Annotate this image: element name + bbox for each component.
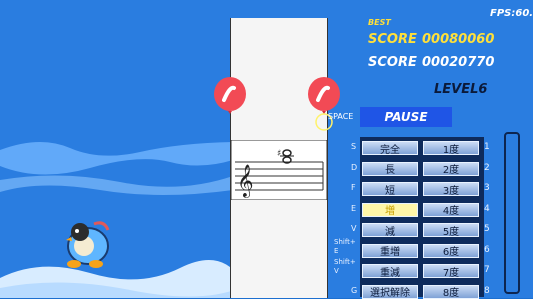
number-key-label: 4 [484, 203, 490, 214]
number-key-label: 6 [484, 244, 490, 255]
fps-counter: FPS:60.0 [490, 8, 533, 19]
balloon-icon [214, 77, 246, 114]
number-key-label: 3 [484, 183, 490, 193]
quality-key-label: G [351, 285, 358, 295]
space-key-label: SPACE [328, 112, 354, 121]
quality-key-label: E [351, 203, 357, 213]
number-key-label: 2 [484, 162, 490, 173]
quality-button[interactable]: 増 [362, 202, 418, 217]
quality-button[interactable]: 減 [362, 223, 418, 238]
staff-panel: 𝄞 ♯ [230, 18, 328, 298]
quality-button[interactable]: 選択解除 [362, 284, 418, 299]
number-key-label: 1 [484, 142, 490, 152]
quality-button[interactable]: 長 [362, 161, 418, 176]
interval-number-button[interactable]: 4度 [423, 202, 479, 217]
best-score-value: 00080060 [422, 32, 495, 47]
quality-key-label: Shift+ V [334, 258, 356, 275]
interval-number-button[interactable]: 3度 [423, 182, 479, 197]
balloon-icon [308, 77, 340, 131]
interval-number-button[interactable]: 7度 [423, 264, 479, 279]
interval-number-button[interactable]: 8度 [423, 284, 479, 299]
quality-key-label: Shift+ E [334, 237, 356, 255]
music-staff: 𝄞 ♯ [231, 140, 327, 200]
interval-number-button[interactable]: 6度 [423, 243, 479, 258]
quality-button[interactable]: 重増 [362, 243, 418, 258]
interval-number-button[interactable]: 5度 [423, 223, 479, 238]
best-label: BEST [368, 18, 391, 27]
level-indicator: LEVEL6 [434, 82, 488, 97]
treble-clef-icon: 𝄞 [237, 164, 254, 198]
quality-button[interactable]: 重減 [362, 264, 418, 279]
quality-key-label: V [351, 224, 357, 233]
score-value: 00020770 [422, 55, 495, 70]
quality-button[interactable]: 完全 [362, 141, 418, 156]
sharp-icon: ♯ [277, 149, 281, 159]
quality-key-label: F [351, 183, 356, 192]
progress-gauge [504, 132, 520, 294]
interval-number-button[interactable]: 2度 [423, 161, 479, 176]
quality-button[interactable]: 短 [362, 182, 418, 197]
number-key-label: 8 [484, 285, 490, 296]
number-key-label: 5 [484, 224, 490, 234]
number-key-label: 7 [484, 265, 490, 275]
penguin-character-icon [66, 221, 110, 268]
pause-button[interactable]: PAUSE [360, 107, 452, 127]
interval-number-button[interactable]: 1度 [423, 141, 479, 156]
best-score-label: SCORE [368, 32, 417, 47]
quality-key-label: D [351, 162, 358, 172]
quality-key-label: S [351, 142, 357, 151]
score-label: SCORE [368, 55, 417, 70]
